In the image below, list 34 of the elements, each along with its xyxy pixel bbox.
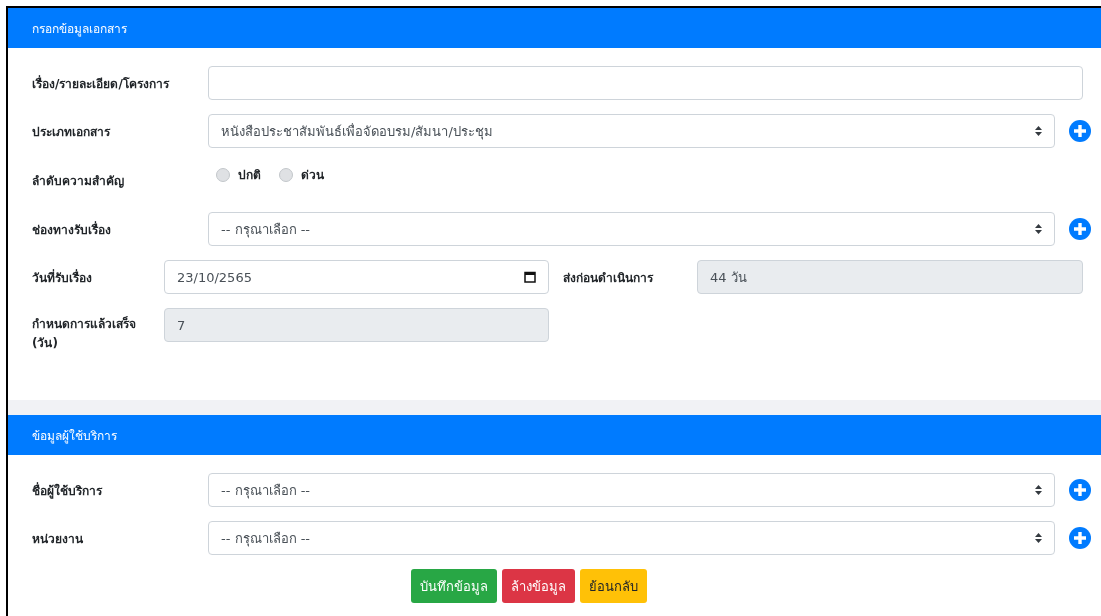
radio-label[interactable]: ด่วน xyxy=(301,165,324,184)
select-field[interactable]: หนังสือประชาสัมพันธ์เพื่อจัดอบรม/สัมนา/ประชุม xyxy=(208,114,1055,148)
dropdown-arrows-icon xyxy=(1035,224,1042,234)
dropdown-arrows-icon xyxy=(1035,126,1042,136)
clear-button[interactable]: ล้างข้อมูล xyxy=(501,569,575,603)
section-header: ข้อมูลผู้ใช้บริการ xyxy=(8,415,1101,455)
add-button[interactable] xyxy=(1068,526,1092,550)
date-field[interactable]: 23/10/2565 xyxy=(164,260,549,294)
select-field[interactable]: -- กรุณาเลือก -- xyxy=(208,473,1055,507)
field-label: ประเภทเอกสาร xyxy=(32,123,112,141)
text-field[interactable] xyxy=(208,66,1083,100)
field-label: เรื่อง/รายละเอียด/โครงการ xyxy=(32,74,171,93)
field-label: หน่วยงาน xyxy=(32,530,84,548)
field-label: ลำดับความสำคัญ xyxy=(32,172,125,190)
field-label: กำหนดการแล้วเสร็จ (วัน) xyxy=(32,315,137,352)
add-button[interactable] xyxy=(1068,119,1092,143)
field-label: ส่งก่อนดำเนินการ xyxy=(563,269,655,287)
back-button[interactable]: ย้อนกลับ xyxy=(579,569,647,603)
calendar-icon[interactable] xyxy=(524,271,536,283)
field-label: วันที่รับเรื่อง xyxy=(32,268,93,287)
add-button[interactable] xyxy=(1068,217,1092,241)
section-header: กรอกข้อมูลเอกสาร xyxy=(8,8,1101,48)
readonly-field: 7 xyxy=(164,308,549,342)
select-field[interactable]: -- กรุณาเลือก -- xyxy=(208,521,1055,555)
field-label: ช่องทางรับเรื่อง xyxy=(32,220,112,239)
radio-button[interactable] xyxy=(216,167,230,182)
dropdown-arrows-icon xyxy=(1035,485,1042,495)
readonly-field: 44 วัน xyxy=(697,260,1083,294)
radio-button[interactable] xyxy=(279,167,293,182)
field-label: ชื่อผู้ใช้บริการ xyxy=(32,481,104,500)
radio-label[interactable]: ปกติ xyxy=(238,165,261,184)
select-field[interactable]: -- กรุณาเลือก -- xyxy=(208,212,1055,246)
add-button[interactable] xyxy=(1068,478,1092,502)
dropdown-arrows-icon xyxy=(1035,533,1042,543)
